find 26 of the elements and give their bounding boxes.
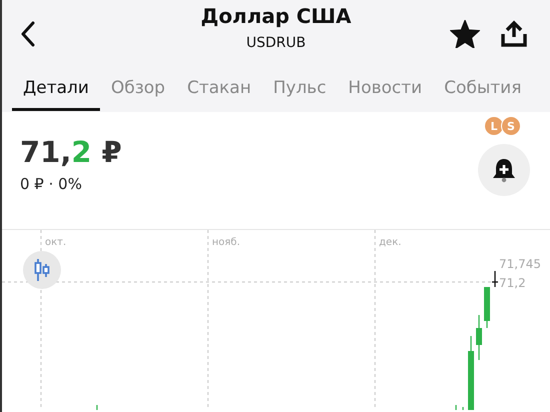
crosshair-marker: [492, 271, 498, 287]
tab[interactable]: Новости: [337, 72, 434, 111]
share-icon[interactable]: [500, 20, 528, 48]
last-price-label: 71,2: [499, 276, 526, 290]
candle: [484, 287, 490, 328]
tab[interactable]: Стакан: [176, 72, 262, 111]
star-icon[interactable]: [450, 20, 480, 48]
page-title: Доллар США: [200, 4, 352, 28]
tab[interactable]: Детали: [12, 72, 100, 111]
month-label: нояб.: [212, 237, 240, 248]
ticker-label: USDRUB: [246, 35, 306, 51]
badge: S: [501, 116, 521, 136]
badge: L: [484, 116, 504, 136]
month-label: окт.: [45, 237, 66, 248]
price-value: 71,2 ₽: [20, 135, 122, 169]
chart-type-button[interactable]: [23, 251, 61, 289]
tab[interactable]: Обзор: [100, 72, 176, 111]
month-label: дек.: [379, 237, 402, 248]
candlestick-icon: [33, 258, 51, 282]
high-price-label: 71,745: [499, 257, 541, 271]
tab[interactable]: События: [433, 72, 532, 111]
price-change: 0 ₽ · 0%: [20, 175, 83, 193]
tab[interactable]: Пульс: [262, 72, 338, 111]
candle: [476, 315, 482, 360]
bell-plus-icon: [491, 157, 517, 183]
back-icon[interactable]: [20, 21, 36, 47]
